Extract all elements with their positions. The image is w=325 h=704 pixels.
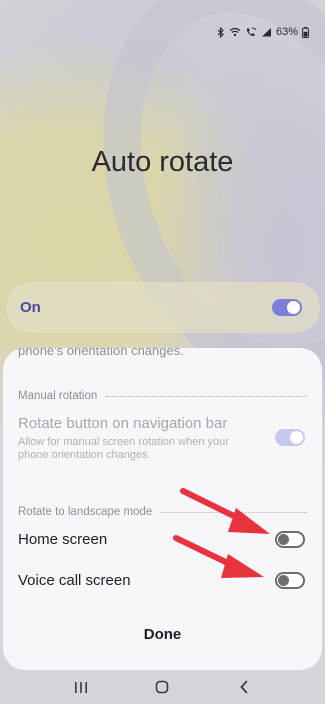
home-button[interactable] xyxy=(142,672,182,702)
arrow-to-home-toggle xyxy=(180,488,270,534)
recents-button[interactable] xyxy=(61,672,101,702)
recents-icon xyxy=(74,681,87,693)
back-icon xyxy=(240,680,248,694)
annotation-arrows xyxy=(173,488,270,578)
navigation-bar xyxy=(0,670,325,704)
arrow-to-voice-call-toggle xyxy=(173,535,264,578)
back-button[interactable] xyxy=(224,672,264,702)
home-icon xyxy=(156,680,169,694)
